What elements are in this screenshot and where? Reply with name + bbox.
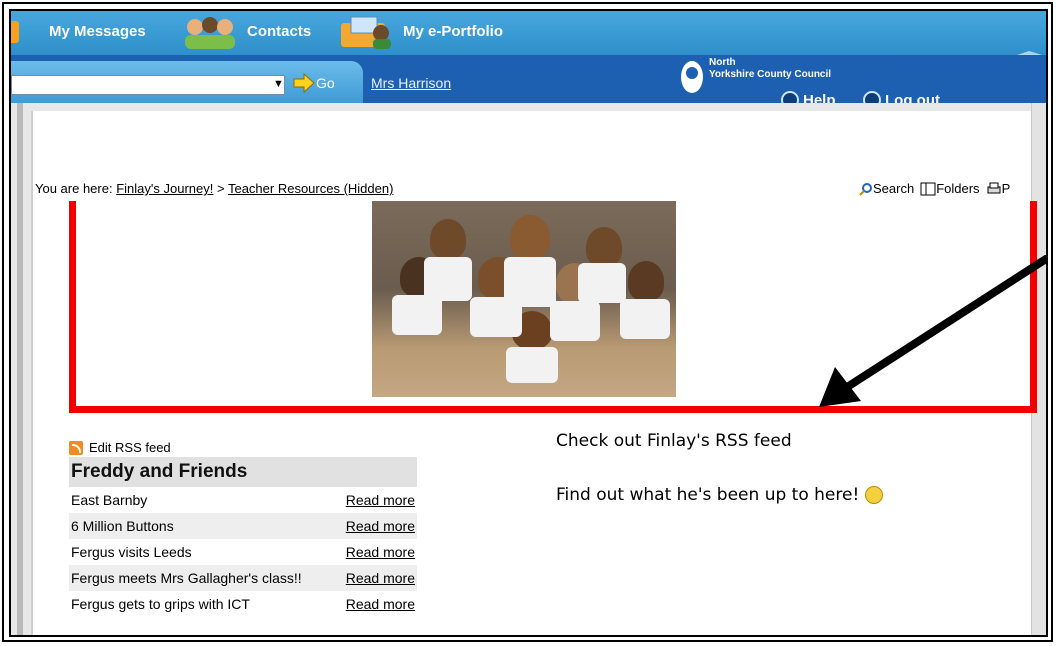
bear-head	[586, 227, 622, 267]
eportfolio-icon	[341, 16, 391, 49]
feed-item: 6 Million Buttons Read more	[69, 513, 417, 539]
read-more-link[interactable]: Read more	[346, 513, 415, 539]
rss-callout-text: Check out Finlay's RSS feed	[556, 431, 792, 451]
nav-my-messages[interactable]: My Messages	[49, 23, 146, 40]
feed-item: Fergus meets Mrs Gallagher's class!! Rea…	[69, 565, 417, 591]
nav-band: My Messages Contacts My e-Portfolio	[11, 11, 1046, 131]
search-tab: ▼ Go	[11, 61, 363, 103]
teddy-bears-photo	[372, 201, 676, 397]
folders-tool-label: Folders	[936, 181, 980, 196]
smiley-icon	[865, 486, 884, 504]
breadcrumb-teacher-resources[interactable]: Teacher Resources (Hidden)	[228, 181, 393, 196]
feed-item-title: Fergus gets to grips with ICT	[71, 596, 250, 612]
bear-head	[510, 215, 550, 259]
read-more-link[interactable]: Read more	[346, 565, 415, 591]
search-tool[interactable]: Search	[859, 181, 914, 196]
feed-item-title: Fergus meets Mrs Gallagher's class!!	[71, 570, 302, 586]
go-button[interactable]: Go	[292, 69, 335, 97]
messages-icon	[11, 21, 19, 43]
feed-item-title: Fergus visits Leeds	[71, 544, 192, 560]
folders-tool[interactable]: Folders	[920, 181, 980, 196]
bear-shirt	[392, 295, 442, 335]
feed-title: Freddy and Friends	[69, 457, 417, 487]
council-crest-icon	[681, 61, 703, 93]
magnifier-icon	[859, 182, 872, 196]
breadcrumb-prefix: You are here:	[35, 181, 113, 196]
arrow-right-icon	[293, 72, 315, 94]
council-name-line2: Yorkshire County Council	[709, 69, 832, 80]
annotation-arrow	[819, 255, 1046, 407]
bear-shirt	[620, 299, 670, 339]
search-row: ▼ Go Mrs Harrison North Yorkshire County…	[11, 55, 1046, 109]
find-out-text: Find out what he's been up to here!	[556, 485, 884, 505]
user-link[interactable]: Mrs Harrison	[371, 75, 451, 91]
feed-item-title: East Barnby	[71, 492, 148, 508]
top-navbar: My Messages Contacts My e-Portfolio ▼ Go…	[11, 11, 1046, 131]
search-tool-label: Search	[873, 181, 915, 196]
nav-contacts-label: Contacts	[247, 23, 312, 40]
toolbar-links: Search Folders P	[859, 181, 1010, 196]
bear-shirt	[578, 263, 626, 303]
feed-item-title: 6 Million Buttons	[71, 518, 174, 534]
nav-my-eportfolio[interactable]: My e-Portfolio	[403, 23, 503, 40]
contacts-icon	[185, 17, 235, 49]
dropdown-arrow-icon[interactable]: ▼	[273, 78, 284, 90]
read-more-link[interactable]: Read more	[346, 539, 415, 565]
screenshot-frame: My Messages Contacts My e-Portfolio ▼ Go…	[9, 9, 1048, 637]
bear-shirt	[550, 301, 600, 341]
print-tool-label: P	[1001, 181, 1011, 196]
go-button-label: Go	[316, 75, 335, 91]
breadcrumb-separator: >	[216, 181, 225, 196]
bear-shirt	[470, 297, 522, 337]
search-input[interactable]	[11, 75, 285, 95]
read-more-link[interactable]: Read more	[346, 591, 415, 617]
feed-item: East Barnby Read more	[69, 487, 417, 513]
rss-feed-widget: Freddy and Friends East Barnby Read more…	[69, 457, 417, 617]
council-name-line1: North	[709, 57, 736, 68]
nav-my-messages-label: My Messages	[49, 23, 146, 40]
breadcrumb: You are here: Finlay's Journey! > Teache…	[35, 181, 393, 196]
folders-icon	[920, 182, 936, 195]
edit-rss-label: Edit RSS feed	[89, 440, 171, 455]
edit-rss-link[interactable]: Edit RSS feed	[69, 440, 171, 455]
breadcrumb-finlays-journey[interactable]: Finlay's Journey!	[116, 181, 213, 196]
rss-icon	[69, 440, 83, 455]
feed-item: Fergus visits Leeds Read more	[69, 539, 417, 565]
printer-icon	[987, 182, 1001, 193]
read-more-link[interactable]: Read more	[346, 487, 415, 513]
bear-head	[628, 261, 664, 301]
find-out-label: Find out what he's been up to here!	[556, 485, 860, 505]
feed-item: Fergus gets to grips with ICT Read more	[69, 591, 417, 617]
nav-my-eportfolio-label: My e-Portfolio	[403, 23, 503, 40]
bear-shirt	[506, 347, 558, 383]
print-tool[interactable]: P	[986, 181, 1011, 196]
bear-head	[430, 219, 466, 259]
nav-contacts[interactable]: Contacts	[247, 23, 311, 40]
left-scroll-strip[interactable]	[17, 103, 23, 635]
